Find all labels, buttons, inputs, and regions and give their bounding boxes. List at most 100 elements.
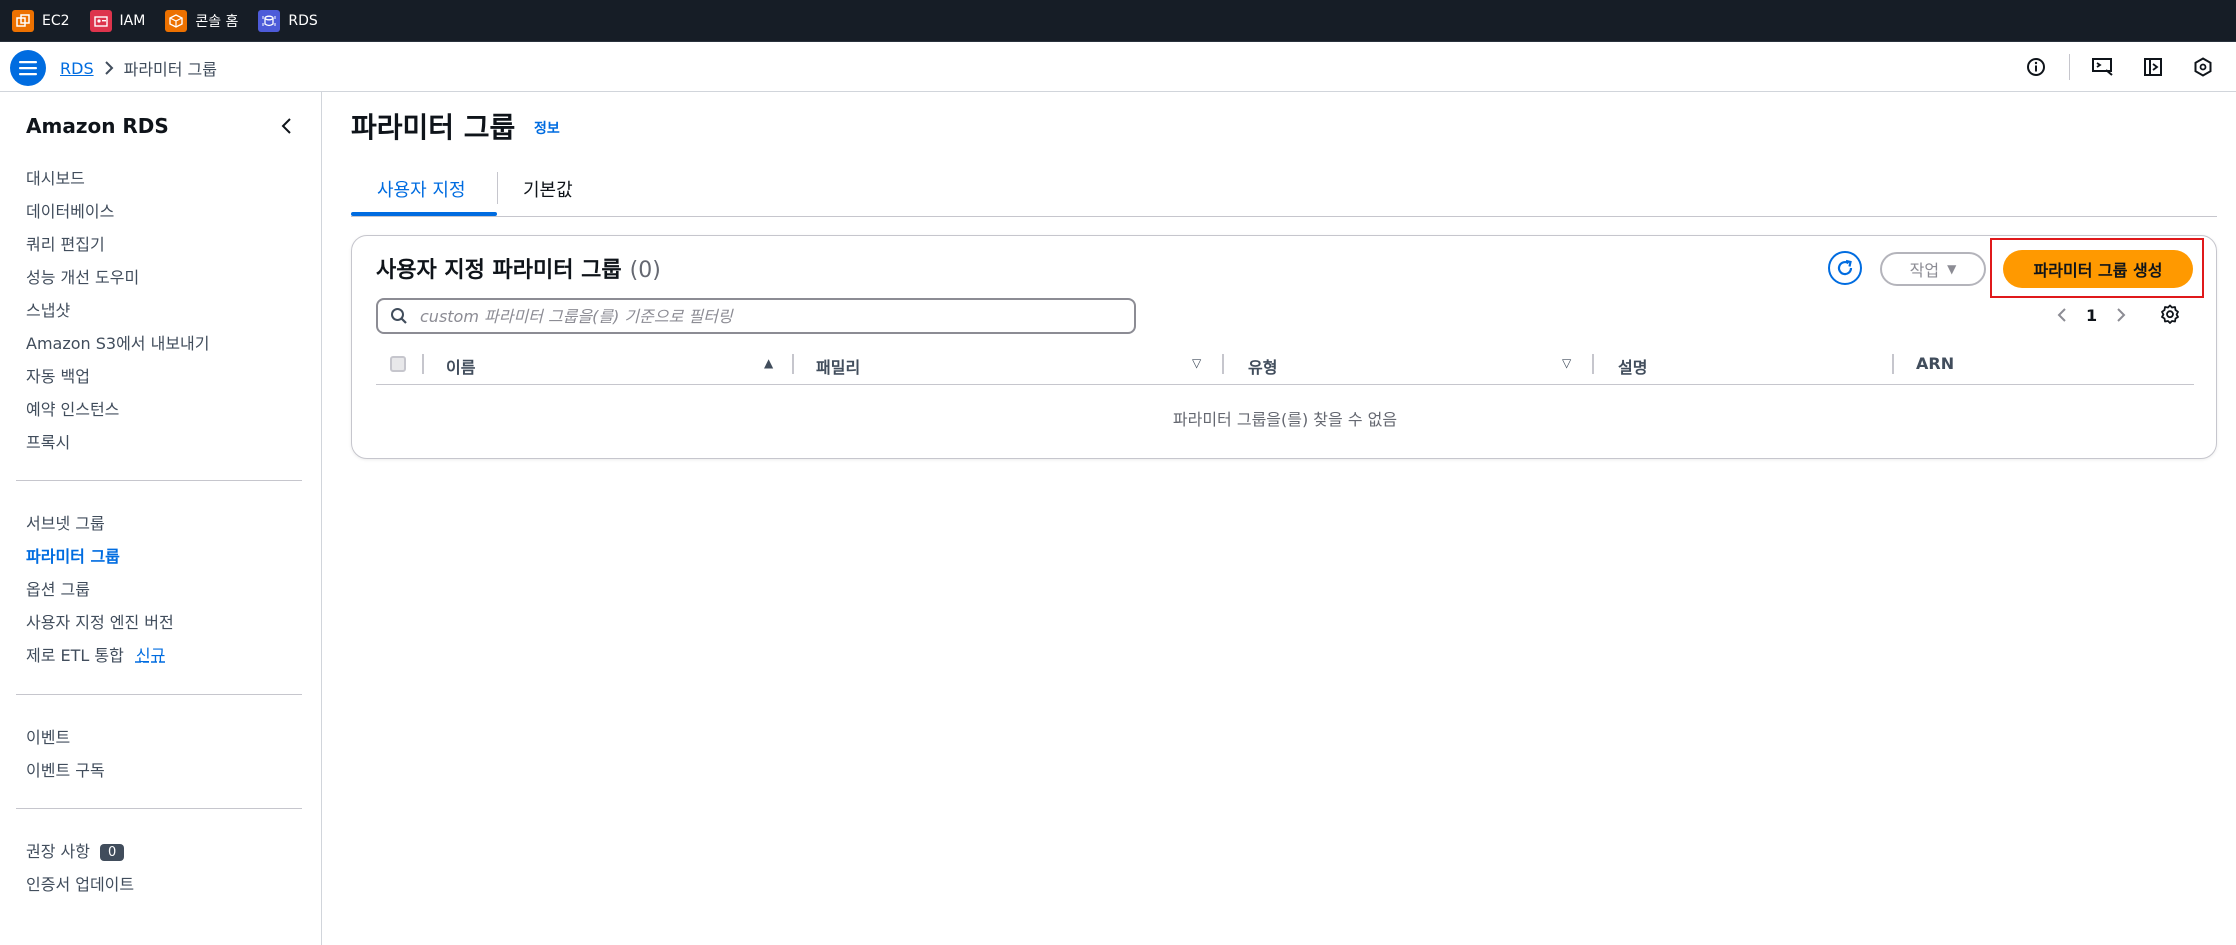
column-divider xyxy=(1592,354,1594,374)
sort-icon[interactable]: ▽ xyxy=(1562,356,1571,370)
breadcrumb-rds-link[interactable]: RDS xyxy=(60,59,94,78)
select-all-checkbox[interactable] xyxy=(390,356,406,372)
menu-button[interactable] xyxy=(10,50,46,86)
sidebar-item-custom-engine-versions[interactable]: 사용자 지정 엔진 버전 xyxy=(26,609,174,633)
actions-label: 작업 xyxy=(1909,261,1940,280)
cloudshell-button[interactable] xyxy=(2086,50,2120,84)
chevron-right-icon xyxy=(2117,308,2126,322)
sidebar-item-query-editor[interactable]: 쿼리 편집기 xyxy=(26,231,105,255)
service-label: 콘솔 홈 xyxy=(195,13,239,30)
sidebar-item-option-groups[interactable]: 옵션 그룹 xyxy=(26,576,90,600)
recommendations-count-badge: 0 xyxy=(99,844,125,861)
sidebar-item-recommendations[interactable]: 권장 사항 0 xyxy=(26,838,125,862)
tab-list: 사용자 지정 기본값 xyxy=(351,168,2217,217)
gear-icon xyxy=(2161,304,2179,324)
notes-button[interactable] xyxy=(2136,50,2170,84)
sidebar-item-label: 제로 ETL 통합 xyxy=(26,646,124,665)
caret-down-icon: ▼ xyxy=(1947,262,1957,276)
create-parameter-group-button[interactable]: 파라미터 그룹 생성 xyxy=(2003,250,2193,288)
hamburger-icon xyxy=(19,61,37,76)
column-header-type[interactable]: 유형 xyxy=(1248,354,1277,378)
sidebar-item-snapshots[interactable]: 스냅샷 xyxy=(26,297,70,321)
filter-search xyxy=(376,298,1136,334)
active-tab-indicator xyxy=(351,212,497,216)
sidebar-item-export-s3[interactable]: Amazon S3에서 내보내기 xyxy=(26,330,210,354)
breadcrumb-current: 파라미터 그룹 xyxy=(123,60,217,79)
column-header-name[interactable]: 이름 xyxy=(446,354,475,378)
table-preferences-button[interactable] xyxy=(2160,304,2180,324)
search-icon xyxy=(390,307,408,325)
new-badge[interactable]: 신규 xyxy=(136,646,165,665)
sidebar-item-certificate-update[interactable]: 인증서 업데이트 xyxy=(26,871,134,895)
refresh-icon xyxy=(1837,259,1853,276)
actions-dropdown[interactable]: 작업 ▼ xyxy=(1880,252,1986,286)
service-console-home[interactable]: 콘솔 홈 xyxy=(165,9,239,32)
sort-icon[interactable]: ▽ xyxy=(1192,356,1201,370)
column-divider xyxy=(792,354,794,374)
iam-icon xyxy=(89,9,112,32)
info-circle-icon xyxy=(2027,58,2045,76)
page-number[interactable]: 1 xyxy=(2086,306,2097,325)
table-title-text: 사용자 지정 파라미터 그룹 xyxy=(376,258,622,283)
column-header-family[interactable]: 패밀리 xyxy=(816,354,860,378)
info-link[interactable]: 정보 xyxy=(534,118,560,138)
service-label: RDS xyxy=(288,12,318,29)
chevron-left-icon xyxy=(2057,308,2066,322)
next-page-button[interactable] xyxy=(2111,300,2131,330)
service-ec2[interactable]: EC2 xyxy=(12,9,70,32)
sidebar-item-automated-backups[interactable]: 자동 백업 xyxy=(26,363,90,387)
table-count: (0) xyxy=(629,258,661,283)
sidebar-item-event-subscriptions[interactable]: 이벤트 구독 xyxy=(26,757,105,781)
sidebar-divider xyxy=(16,480,302,481)
refresh-button[interactable] xyxy=(1828,251,1862,285)
column-divider xyxy=(422,354,424,374)
rds-icon xyxy=(258,9,281,32)
pagination: 1 xyxy=(2052,300,2131,330)
previous-page-button[interactable] xyxy=(2052,300,2072,330)
sidebar-item-zero-etl[interactable]: 제로 ETL 통합 신규 xyxy=(26,642,165,666)
info-panel-button[interactable] xyxy=(2019,50,2053,84)
empty-state-message: 파라미터 그룹을(를) 찾을 수 없음 xyxy=(1172,410,1398,429)
service-bar: EC2 IAM 콘솔 홈 RDS xyxy=(0,0,2236,42)
breadcrumb: RDS 파라미터 그룹 xyxy=(60,56,217,80)
sidebar-divider xyxy=(16,808,302,809)
sidebar-item-parameter-groups[interactable]: 파라미터 그룹 xyxy=(26,543,120,567)
sidebar-item-dashboard[interactable]: 대시보드 xyxy=(26,165,85,189)
column-header-arn[interactable]: ARN xyxy=(1916,354,1954,373)
service-iam[interactable]: IAM xyxy=(89,9,146,32)
tab-custom[interactable]: 사용자 지정 xyxy=(377,176,466,202)
assistant-button[interactable] xyxy=(2186,50,2220,84)
chevron-left-icon xyxy=(281,118,291,134)
header-tools xyxy=(2019,42,2236,92)
panel-icon xyxy=(2144,58,2162,76)
column-divider xyxy=(1222,354,1224,374)
chevron-right-icon xyxy=(104,61,114,75)
tab-default[interactable]: 기본값 xyxy=(523,176,573,202)
terminal-icon xyxy=(2092,58,2113,76)
filter-input[interactable] xyxy=(418,305,1134,327)
sidebar-item-label: 권장 사항 xyxy=(26,842,90,861)
page-title: 파라미터 그룹 xyxy=(351,111,516,144)
service-rds[interactable]: RDS xyxy=(258,9,318,32)
sidebar-title: Amazon RDS xyxy=(26,114,169,138)
sort-ascending-icon[interactable]: ▲ xyxy=(764,356,773,370)
table-title: 사용자 지정 파라미터 그룹 (0) xyxy=(376,252,661,284)
column-divider xyxy=(1892,354,1894,374)
table-header: 이름 ▲ 패밀리 ▽ 유형 ▽ 설명 ARN xyxy=(376,344,2194,385)
sidebar-item-performance-insights[interactable]: 성능 개선 도우미 xyxy=(26,264,139,288)
service-label: EC2 xyxy=(42,12,70,29)
service-label: IAM xyxy=(119,12,146,29)
sidebar-item-events[interactable]: 이벤트 xyxy=(26,724,70,748)
parameter-groups-table-card: 사용자 지정 파라미터 그룹 (0) 작업 ▼ 파라미터 그룹 생성 1 이름 ▲… xyxy=(351,235,2217,459)
console-home-icon xyxy=(165,9,188,32)
sidebar-item-databases[interactable]: 데이터베이스 xyxy=(26,198,114,222)
side-navigation: Amazon RDS 대시보드 데이터베이스 쿼리 편집기 성능 개선 도우미 … xyxy=(0,92,322,945)
sidebar-item-reserved-instances[interactable]: 예약 인스턴스 xyxy=(26,396,119,420)
console-header: RDS 파라미터 그룹 xyxy=(0,42,2236,92)
ec2-icon xyxy=(12,9,34,32)
sidebar-collapse-button[interactable] xyxy=(274,114,298,138)
column-header-description[interactable]: 설명 xyxy=(1618,354,1647,378)
sidebar-item-subnet-groups[interactable]: 서브넷 그룹 xyxy=(26,510,105,534)
tab-separator xyxy=(497,172,498,204)
sidebar-item-proxies[interactable]: 프록시 xyxy=(26,429,70,453)
